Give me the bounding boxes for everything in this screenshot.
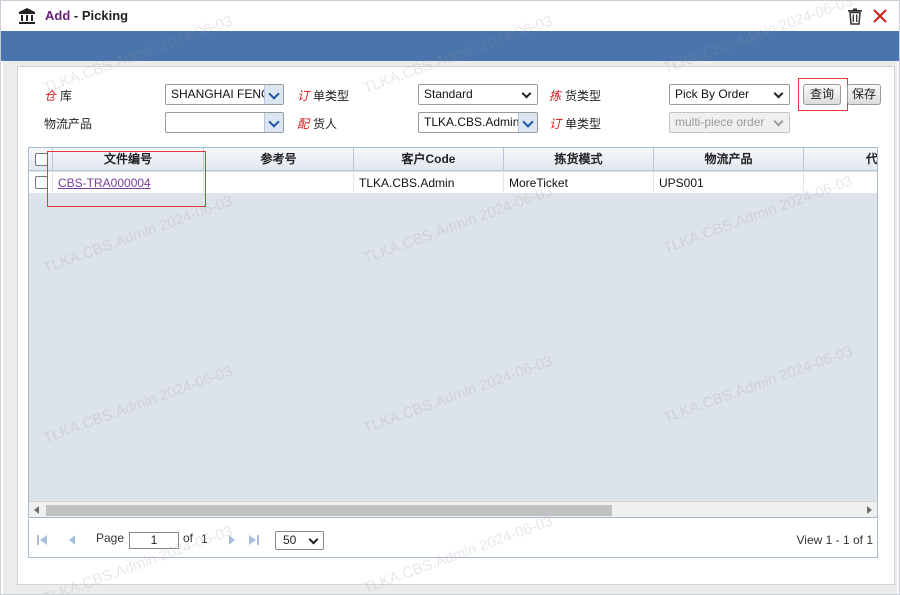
- picking-dialog: Add - Picking 仓库 SHANGHAI FENG 订单类型 Stan…: [0, 0, 900, 595]
- consignor-label: 配货人: [297, 117, 338, 131]
- logistics-product-label: 物流产品: [44, 117, 93, 131]
- product-cell: UPS001: [654, 172, 804, 194]
- chevron-down-icon: [518, 113, 537, 132]
- of-label: of: [183, 531, 194, 545]
- scroll-left-icon[interactable]: [34, 506, 39, 514]
- column-header-customer-code[interactable]: 客户Code: [354, 148, 504, 171]
- header-band: [1, 31, 899, 61]
- order-type-label: 订单类型: [297, 89, 350, 103]
- logistics-product-select[interactable]: [165, 112, 284, 133]
- title-separator: -: [70, 8, 82, 23]
- dialog-title: Add - Picking: [45, 8, 128, 23]
- column-header-pick-mode[interactable]: 拣货模式: [504, 148, 654, 171]
- next-page-icon[interactable]: [226, 534, 238, 546]
- close-icon[interactable]: [872, 8, 888, 24]
- pager: Page 1 of 1 50 View 1 - 1 of 1: [28, 519, 878, 558]
- pick-mode-cell: MoreTicket: [504, 172, 654, 194]
- query-button[interactable]: 查询: [803, 84, 841, 105]
- ref-no-cell: [204, 172, 354, 194]
- doc-no-highlight: [47, 151, 206, 207]
- prev-page-icon[interactable]: [66, 534, 78, 546]
- trash-icon[interactable]: [847, 8, 863, 25]
- total-pages: 1: [201, 532, 208, 546]
- chevron-down-icon: [309, 532, 319, 549]
- title-bar: Add - Picking: [1, 1, 899, 31]
- title-prefix: Add: [45, 8, 71, 23]
- view-summary: View 1 - 1 of 1: [796, 533, 874, 547]
- scroll-thumb[interactable]: [46, 505, 612, 516]
- page-size-select[interactable]: 50: [275, 531, 324, 550]
- column-header-extra[interactable]: 代: [804, 148, 877, 171]
- page-input[interactable]: 1: [129, 532, 179, 549]
- save-button[interactable]: 保存: [847, 84, 881, 105]
- content-area: 仓库 SHANGHAI FENG 订单类型 Standard 拣货类型 Pick…: [3, 61, 897, 594]
- bank-icon: [19, 8, 35, 24]
- chevron-down-icon: [264, 85, 283, 104]
- first-page-icon[interactable]: [36, 534, 48, 546]
- chevron-down-icon: [264, 113, 283, 132]
- pick-type-select[interactable]: Pick By Order: [669, 84, 790, 105]
- warehouse-label: 仓库: [44, 89, 73, 103]
- extra-cell: [804, 172, 877, 194]
- scroll-right-icon[interactable]: [867, 506, 872, 514]
- customer-code-cell: TLKA.CBS.Admin: [354, 172, 504, 194]
- last-page-icon[interactable]: [248, 534, 260, 546]
- warehouse-select[interactable]: SHANGHAI FENG: [165, 84, 284, 105]
- chevron-down-icon: [521, 85, 533, 104]
- column-header-product[interactable]: 物流产品: [654, 148, 804, 171]
- order-type-select[interactable]: Standard: [418, 84, 538, 105]
- page-label: Page: [96, 531, 125, 545]
- horizontal-scrollbar[interactable]: [28, 501, 878, 518]
- order-type-2-label: 订单类型: [549, 117, 602, 131]
- title-main: Picking: [81, 8, 129, 23]
- picking-panel: 仓库 SHANGHAI FENG 订单类型 Standard 拣货类型 Pick…: [17, 66, 895, 585]
- chevron-down-icon: [773, 113, 785, 132]
- pick-type-label: 拣货类型: [549, 89, 602, 103]
- chevron-down-icon: [773, 85, 785, 104]
- order-type-2-select[interactable]: multi-piece order: [669, 112, 790, 133]
- consignor-select[interactable]: TLKA.CBS.Admin: [418, 112, 538, 133]
- column-header-ref-no[interactable]: 参考号: [204, 148, 354, 171]
